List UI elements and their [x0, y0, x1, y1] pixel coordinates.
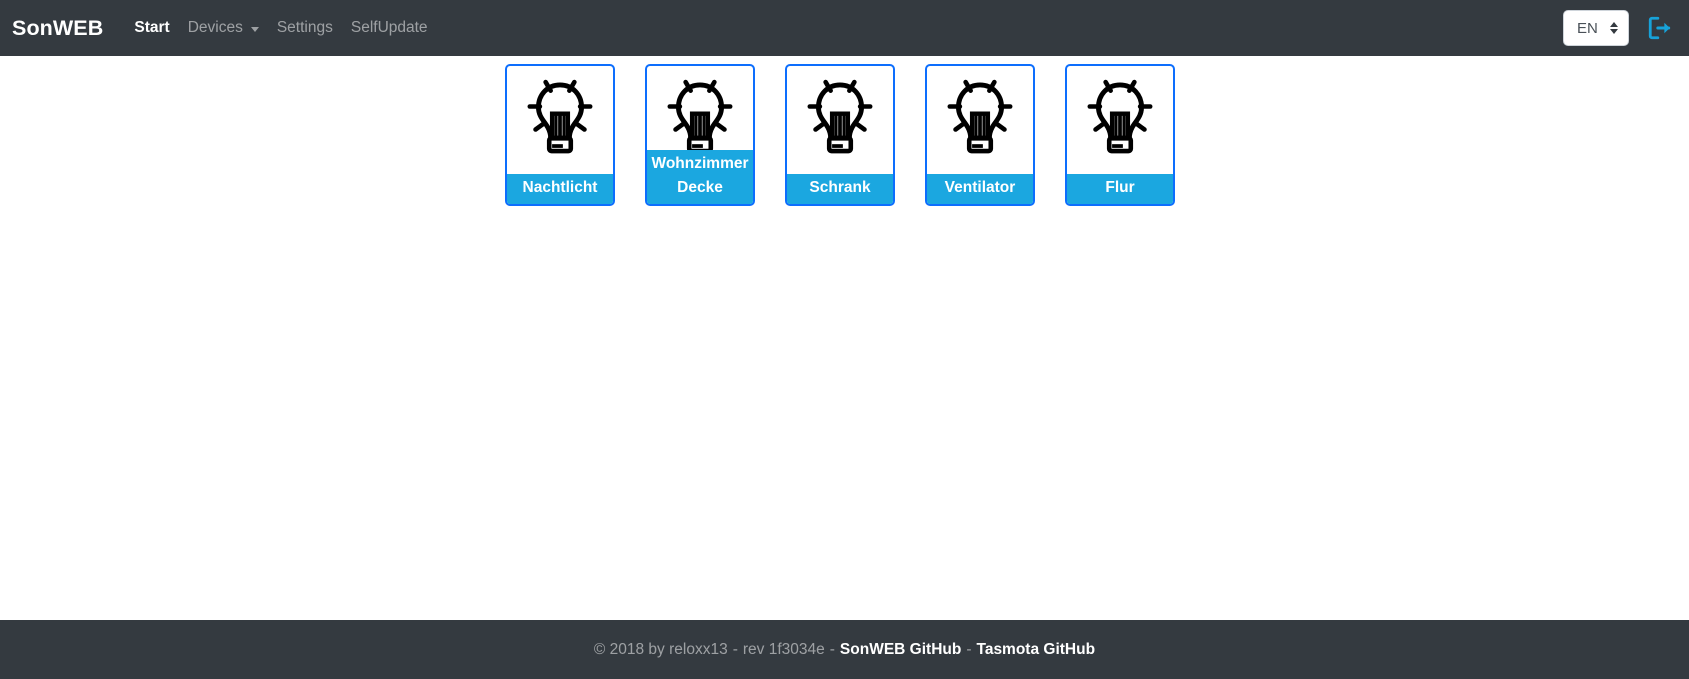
top-navbar: SonWEB Start Devices Settings SelfUpdate…	[0, 0, 1689, 56]
nav-item-selfupdate[interactable]: SelfUpdate	[342, 11, 437, 45]
footer-separator-2: -	[829, 640, 835, 658]
footer-separator-1: -	[732, 640, 738, 658]
footer-link-sonweb-github[interactable]: SonWEB GitHub	[840, 641, 961, 659]
chevron-down-icon	[250, 26, 259, 32]
nav-item-settings-label: Settings	[276, 19, 333, 36]
navbar-right-group: EN	[1563, 10, 1675, 46]
nav-item-settings[interactable]: Settings	[268, 11, 342, 45]
device-card-wohnzimmer-decke[interactable]: Wohnzimmer Decke	[645, 64, 755, 206]
lightbulb-icon	[934, 72, 1026, 164]
sign-out-icon	[1648, 16, 1671, 40]
device-card-schrank[interactable]: Schrank	[785, 64, 895, 206]
lightbulb-icon	[794, 72, 886, 164]
device-card-ventilator[interactable]: Ventilator	[925, 64, 1035, 206]
nav-item-selfupdate-label: SelfUpdate	[350, 19, 428, 36]
footer-separator-3: -	[966, 640, 972, 658]
logout-button[interactable]	[1645, 13, 1675, 43]
device-grid: Nachtlicht Wohnzimmer Decke Schrank Vent…	[0, 56, 1689, 206]
device-card-label: Ventilator	[927, 174, 1033, 204]
device-card-label: Schrank	[787, 174, 893, 204]
device-card-label: Nachtlicht	[507, 174, 613, 204]
nav-item-devices[interactable]: Devices	[179, 11, 268, 45]
language-select-wrapper: EN	[1563, 10, 1629, 46]
page-footer: © 2018 by reloxx13 - rev 1f3034e - SonWE…	[0, 620, 1689, 679]
device-card-label: Flur	[1067, 174, 1173, 204]
footer-revision: rev 1f3034e	[742, 640, 825, 658]
nav-item-start[interactable]: Start	[125, 11, 178, 45]
main-content: Nachtlicht Wohnzimmer Decke Schrank Vent…	[0, 56, 1689, 620]
language-select[interactable]: EN	[1563, 10, 1629, 46]
nav-item-start-label: Start	[134, 19, 170, 36]
lightbulb-icon	[1074, 72, 1166, 164]
primary-nav: Start Devices Settings SelfUpdate	[125, 11, 436, 45]
footer-text: © 2018 by reloxx13 - rev 1f3034e - SonWE…	[594, 641, 1095, 659]
nav-item-devices-label: Devices	[187, 19, 243, 36]
device-card-nachtlicht[interactable]: Nachtlicht	[505, 64, 615, 206]
brand-logo[interactable]: SonWEB	[12, 16, 103, 41]
footer-copyright: © 2018 by reloxx13	[593, 640, 728, 658]
device-card-label: Wohnzimmer Decke	[647, 150, 753, 204]
device-card-flur[interactable]: Flur	[1065, 64, 1175, 206]
lightbulb-icon	[514, 72, 606, 164]
footer-link-tasmota-github[interactable]: Tasmota GitHub	[977, 641, 1096, 659]
